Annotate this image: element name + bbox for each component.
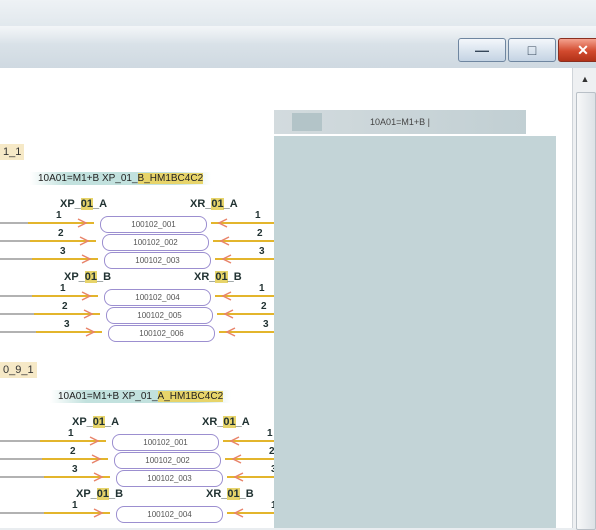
pin-number: 1: [68, 428, 74, 439]
connector-suffix: _B: [97, 271, 112, 283]
wire-tag[interactable]: 100102_003: [116, 470, 223, 487]
close-icon: ✕: [577, 42, 589, 58]
vertical-scrollbar[interactable]: ▲: [572, 68, 596, 530]
wire-tag[interactable]: 100102_006: [108, 325, 215, 342]
connector-prefix: XR_: [206, 488, 228, 500]
window-titlebar[interactable]: — □ ✕: [0, 0, 596, 69]
connector-prefix: XP_: [72, 416, 93, 428]
pin-number: 2: [257, 228, 263, 239]
pin-number: 3: [72, 464, 78, 475]
connector-header[interactable]: 10A01=M1+B XP_01_B_HM1BC4C2: [30, 172, 212, 185]
side-label: 1_1: [0, 144, 25, 160]
scroll-thumb[interactable]: [576, 92, 596, 530]
connector-label[interactable]: XR_01_A: [190, 198, 238, 210]
pin-number: 3: [259, 246, 265, 257]
pin-number: 1: [267, 428, 273, 439]
connector-label[interactable]: XP_01_A: [60, 198, 107, 210]
connector-prefix: XP_: [64, 271, 85, 283]
connector-prefix: XP_: [60, 198, 81, 210]
connector-suffix: _B: [109, 488, 124, 500]
connector-label[interactable]: XR_01_B: [194, 271, 242, 283]
header-middle: XP_01_: [101, 173, 138, 184]
maximize-icon: □: [527, 42, 537, 58]
connector-suffix: _A: [93, 198, 108, 210]
close-button[interactable]: ✕: [558, 38, 596, 62]
wire-tag[interactable]: 100102_005: [106, 307, 213, 324]
pin-number: 3: [60, 246, 66, 257]
connector-number: 01: [84, 271, 98, 283]
connector-label[interactable]: XR_01_B: [206, 488, 254, 500]
pin-number: 1: [72, 500, 78, 511]
connector-number: 01: [223, 416, 236, 428]
pin-number: 2: [58, 228, 64, 239]
connector-header[interactable]: 10A01=M1+B XP_01_A_HM1BC4C2: [50, 390, 232, 403]
wire-tag[interactable]: 100102_001: [100, 216, 207, 233]
panel-tab-label: 10A01=M1+B |: [370, 117, 430, 127]
connector-number: 01: [227, 488, 240, 500]
wire-tag[interactable]: 100102_002: [114, 452, 221, 469]
connector-prefix: XR_: [194, 271, 216, 283]
connector-label[interactable]: XP_01_B: [76, 488, 123, 500]
pin-number: 2: [70, 446, 76, 457]
pin-number: 2: [261, 301, 267, 312]
pin-number: 1: [60, 283, 66, 294]
wire-tag[interactable]: 100102_004: [116, 506, 223, 523]
panel-tab[interactable]: 10A01=M1+B |: [274, 110, 526, 134]
connector-suffix: _A: [105, 416, 120, 428]
connector-prefix: XR_: [190, 198, 212, 210]
connector-number: 01: [211, 198, 224, 210]
connector-suffix: _B: [239, 488, 254, 500]
pin-number: 3: [64, 319, 70, 330]
header-prefix: 10A01=M1+B: [58, 391, 120, 402]
connector-label[interactable]: XP_01_B: [64, 271, 111, 283]
pin-number: 1: [259, 283, 265, 294]
connector-number: 01: [96, 488, 110, 500]
connector-suffix: _A: [235, 416, 250, 428]
connector-suffix: _B: [227, 271, 242, 283]
panel-tab-knob: [292, 113, 322, 131]
pin-number: 1: [255, 210, 261, 221]
connector-label[interactable]: XP_01_A: [72, 416, 119, 428]
scroll-up-button[interactable]: ▲: [573, 68, 596, 90]
header-highlight: A_HM1BC4C2: [157, 391, 224, 402]
wire-tag[interactable]: 100102_004: [104, 289, 211, 306]
connector-label[interactable]: XR_01_A: [202, 416, 250, 428]
pin-number: 1: [56, 210, 62, 221]
connector-prefix: XR_: [202, 416, 224, 428]
connector-number: 01: [92, 416, 106, 428]
minimize-icon: —: [475, 42, 489, 58]
minimize-button[interactable]: —: [458, 38, 506, 62]
wire-tag[interactable]: 100102_003: [104, 252, 211, 269]
maximize-button[interactable]: □: [508, 38, 556, 62]
wire-tag[interactable]: 100102_002: [102, 234, 209, 251]
side-label: 0_9_1: [0, 362, 37, 378]
header-middle: XP_01_: [121, 391, 158, 402]
pin-number: 3: [263, 319, 269, 330]
header-prefix: 10A01=M1+B: [38, 173, 100, 184]
header-highlight: B_HM1BC4C2: [137, 173, 204, 184]
pin-number: 2: [62, 301, 68, 312]
connector-suffix: _A: [223, 198, 238, 210]
panel-body[interactable]: [274, 136, 556, 528]
connector-prefix: XP_: [76, 488, 97, 500]
scroll-up-icon: ▲: [580, 74, 590, 84]
titlebar-sheen: [0, 26, 596, 44]
connector-number: 01: [80, 198, 94, 210]
wire-tag[interactable]: 100102_001: [112, 434, 219, 451]
connector-number: 01: [215, 271, 228, 283]
